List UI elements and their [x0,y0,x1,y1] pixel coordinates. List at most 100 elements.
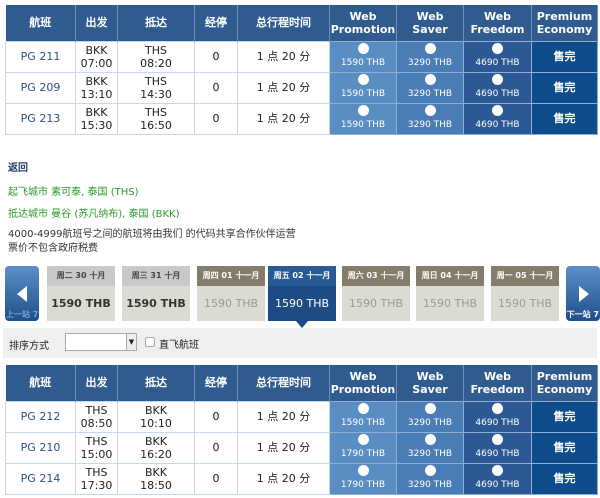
radio-button[interactable] [424,465,436,476]
radio-button[interactable] [357,434,369,445]
date-tile[interactable]: 周二 30 十月 1590 THB [47,266,115,321]
radio-button[interactable] [424,403,436,414]
header-freedom: Web Freedom [463,365,532,401]
date-tile[interactable]: 周日 04 十一月 1590 THB [416,266,484,321]
fare-freedom[interactable]: 4690 THB [463,462,532,495]
return-flights-table: 航班 出发 抵达 经停 总行程时间 Web Promotion Web Saver Web F… [5,365,598,495]
date-label: 周六 03 十一月 [342,266,410,286]
fare-price: 3290 THB [407,120,453,130]
direct-flight-checkbox[interactable] [145,337,155,347]
departure: THS 08:50 [75,400,118,433]
radio-button[interactable] [492,105,503,116]
fare-premium-soldout: 售完 [531,431,598,464]
arrow-right-icon [579,286,589,302]
header-promo: Web Promotion [329,5,397,41]
fare-freedom[interactable]: 4690 THB [463,71,532,104]
duration: 1 点 20 分 [237,431,330,464]
date-label: 周三 31 十月 [122,266,190,286]
flight-row: PG 209 BKK 13:10 THS 14:30 0 1 点 20 分 1590 … [5,71,598,104]
destination-city: 抵达城市 曼谷 (苏凡纳布), 泰国 (BKK) [8,209,180,220]
header-stops: 经停 [194,365,238,401]
flight-number[interactable]: PG 214 [5,462,76,495]
radio-button[interactable] [492,43,503,54]
radio-button[interactable] [492,74,503,85]
radio-button[interactable] [492,465,503,476]
fare-promo[interactable]: 1590 THB [329,40,397,73]
fare-promo[interactable]: 1790 THB [329,462,397,495]
date-price: 1590 THB [422,297,478,310]
radio-button[interactable] [424,43,436,54]
next-week-button[interactable]: 下一站 7 [566,266,600,321]
arrival: BKK 16:20 [117,431,195,464]
sort-select[interactable]: ▼ [65,333,137,351]
fare-promo[interactable]: 1590 THB [329,71,397,104]
radio-button[interactable] [357,403,369,414]
fare-saver[interactable]: 3290 THB [396,431,464,464]
fare-freedom[interactable]: 4690 THB [463,40,532,73]
date-tile[interactable]: 周三 31 十月 1590 THB [122,266,190,321]
stops: 0 [194,400,238,433]
header-freedom: Web Freedom [463,5,532,41]
date-label: 周一 05 十一月 [491,266,559,286]
radio-button[interactable] [357,43,369,54]
radio-button[interactable] [492,434,503,445]
tax-note: 票价不包含政府税费 [8,243,98,254]
date-tile[interactable]: 周五 02 十一月 1590 THB [268,266,336,328]
fare-saver[interactable]: 3290 THB [396,40,464,73]
date-tile[interactable]: 周一 05 十一月 1590 THB [491,266,559,321]
flight-number[interactable]: PG 209 [5,71,76,104]
flight-number[interactable]: PG 210 [5,431,76,464]
radio-button[interactable] [357,74,369,85]
date-label: 周二 30 十月 [47,266,115,286]
fare-price: 3290 THB [407,418,453,428]
fare-saver[interactable]: 3290 THB [396,71,464,104]
departure: THS 17:30 [75,462,118,495]
radio-button[interactable] [424,74,436,85]
radio-button[interactable] [424,105,436,116]
fare-saver[interactable]: 3290 THB [396,102,464,135]
departure: BKK 07:00 [75,40,118,73]
fare-saver[interactable]: 3290 THB [396,400,464,433]
flight-row: PG 210 THS 15:00 BKK 16:20 0 1 点 20 分 1790 … [5,431,598,464]
header-stops: 经停 [194,5,238,41]
fare-price: 1590 THB [340,120,386,130]
stops: 0 [194,71,238,104]
prev-week-button[interactable]: 上一站 7 [5,266,39,321]
fare-price: 4690 THB [475,449,520,459]
fare-freedom[interactable]: 4690 THB [463,431,532,464]
flight-number[interactable]: PG 212 [5,400,76,433]
radio-button[interactable] [357,465,369,476]
fare-saver[interactable]: 3290 THB [396,462,464,495]
flight-number[interactable]: PG 211 [5,40,76,73]
fare-promo[interactable]: 1590 THB [329,400,397,433]
arrow-left-icon [17,286,27,302]
origin-city: 起飞城市 素可泰, 泰国 (THS) [8,187,139,198]
flight-number[interactable]: PG 213 [5,102,76,135]
fare-freedom[interactable]: 4690 THB [463,400,532,433]
radio-button[interactable] [492,403,503,414]
radio-button[interactable] [424,434,436,445]
header-duration: 总行程时间 [237,5,330,41]
sort-label: 排序方式 [9,341,49,352]
date-label: 周日 04 十一月 [416,266,484,286]
stops: 0 [194,431,238,464]
fare-promo[interactable]: 1790 THB [329,431,397,464]
duration: 1 点 20 分 [237,400,330,433]
codeshare-note: 4000-4999航班号之间的航班将由我们 的代码共享合作伙伴运营 [8,229,296,240]
date-tile[interactable]: 周四 01 十一月 1590 THB [197,266,265,321]
fare-price: 1790 THB [340,480,386,490]
header-depart: 出发 [75,365,118,401]
chevron-down-icon: ▼ [126,334,136,350]
flight-row: PG 213 BKK 15:30 THS 16:50 0 1 点 20 分 1590 … [5,102,598,135]
fare-promo[interactable]: 1590 THB [329,102,397,135]
direct-flight-label: 直飞航班 [159,340,199,351]
fare-price: 4690 THB [475,58,520,68]
arrival: BKK 10:10 [117,400,195,433]
fare-price: 3290 THB [407,58,453,68]
date-tile[interactable]: 周六 03 十一月 1590 THB [342,266,410,321]
fare-premium-soldout: 售完 [531,400,598,433]
radio-button[interactable] [357,105,369,116]
back-link[interactable]: 返回 [8,159,28,174]
fare-price: 1590 THB [340,89,386,99]
fare-freedom[interactable]: 4690 THB [463,102,532,135]
